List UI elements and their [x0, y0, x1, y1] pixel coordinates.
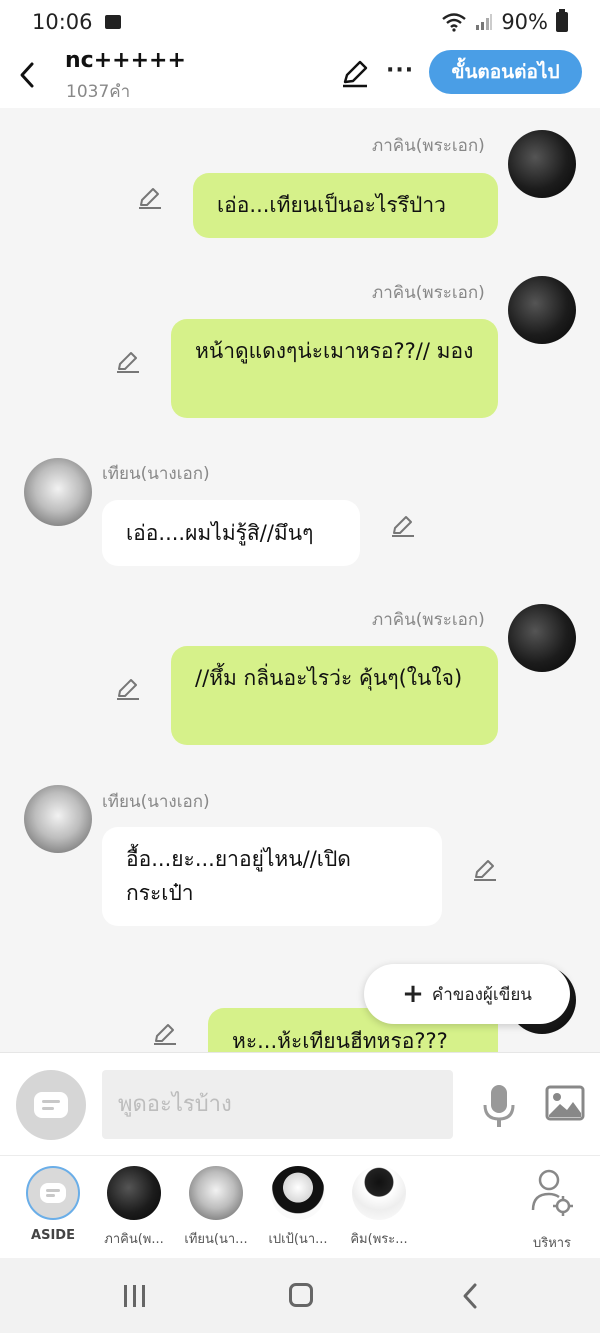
aside-toggle-button[interactable] — [16, 1070, 86, 1140]
microphone-icon[interactable] — [480, 1083, 518, 1129]
chat-area[interactable]: ภาคิน(พระเอก) เอ่อ...เทียนเป็นอะไรรึป่าว… — [0, 108, 600, 1052]
input-bar — [0, 1052, 600, 1155]
message-bubble[interactable]: //หึ้ม กลิ่นอะไรว่ะ คุ้นๆ(ในใจ) — [171, 646, 498, 745]
avatar — [271, 1166, 325, 1220]
avatar — [352, 1166, 406, 1220]
status-time: 10:06 — [32, 10, 93, 34]
character-item[interactable]: ภาคิน(พ... — [94, 1166, 174, 1249]
back-icon[interactable] — [460, 1282, 480, 1310]
system-nav-bar — [0, 1258, 600, 1333]
message-bubble[interactable]: หน้าดูแดงๆน่ะเมาหรอ??// มอง — [171, 319, 498, 418]
wifi-icon — [442, 13, 467, 32]
character-label: ภาคิน(พ... — [104, 1232, 164, 1247]
avatar — [24, 458, 92, 526]
avatar — [189, 1166, 243, 1220]
message-bubble[interactable]: เอ่อ....ผมไม่รู้สิ//มึนๆ — [102, 500, 360, 566]
character-label: ASIDE — [31, 1228, 75, 1243]
plus-icon: + — [402, 979, 424, 1009]
aside-avatar — [26, 1166, 80, 1220]
message-bubble[interactable]: เอ่อ...เทียนเป็นอะไรรึป่าว — [193, 173, 498, 238]
status-right: 90% — [441, 9, 568, 34]
pencil-icon[interactable] — [340, 58, 370, 88]
next-step-button[interactable]: ขั้นตอนต่อไป — [429, 50, 582, 94]
character-bar: ASIDE ภาคิน(พ... เทียน(นา... เปเป้(นา...… — [0, 1155, 600, 1258]
character-label: คิม(พระ... — [350, 1232, 408, 1247]
avatar — [508, 130, 576, 198]
more-dots-icon[interactable]: ··· — [386, 58, 413, 84]
pencil-icon[interactable] — [390, 512, 416, 538]
author-note-label: คำของผู้เขียน — [431, 984, 532, 1005]
character-aside[interactable]: ASIDE — [13, 1166, 93, 1243]
battery-icon — [556, 9, 568, 32]
character-label: เทียน(นา... — [184, 1232, 248, 1247]
page-title: nc+++++ — [65, 48, 186, 73]
avatar — [107, 1166, 161, 1220]
message-speaker: ภาคิน(พระเอก) — [372, 136, 485, 156]
chevron-left-icon[interactable] — [14, 58, 42, 92]
character-item[interactable]: เทียน(นา... — [176, 1166, 256, 1249]
image-icon[interactable] — [545, 1085, 585, 1121]
user-settings-icon — [531, 1169, 573, 1216]
status-bar: 10:06 90% — [0, 0, 600, 44]
manage-label: บริหาร — [532, 1236, 572, 1251]
author-note-button[interactable]: + คำของผู้เขียน — [364, 964, 570, 1024]
character-label: เปเป้(นา... — [268, 1232, 328, 1247]
signal-icon — [476, 14, 493, 30]
message-speaker: เทียน(นางเอก) — [102, 792, 210, 812]
avatar — [508, 604, 576, 672]
avatar — [24, 785, 92, 853]
avatar — [508, 276, 576, 344]
character-item[interactable]: คิม(พระ... — [339, 1166, 419, 1249]
word-count: 1037คำ — [66, 82, 131, 102]
message-bubble[interactable]: อื้อ...ยะ...ยาอยู่ไหน//เปิด กระเป๋า — [102, 827, 442, 926]
message-speaker: ภาคิน(พระเอก) — [372, 283, 485, 303]
manage-button[interactable]: บริหาร — [512, 1166, 592, 1253]
pencil-icon[interactable] — [137, 184, 163, 210]
message-speaker: เทียน(นางเอก) — [102, 464, 210, 484]
message-input[interactable] — [102, 1070, 453, 1139]
message-speaker: ภาคิน(พระเอก) — [372, 610, 485, 630]
pencil-icon[interactable] — [472, 856, 498, 882]
home-icon[interactable] — [289, 1283, 313, 1307]
recent-apps-icon[interactable] — [120, 1284, 150, 1308]
pencil-icon[interactable] — [115, 675, 141, 701]
character-item[interactable]: เปเป้(นา... — [258, 1166, 338, 1249]
chat-bubble-icon — [34, 1092, 68, 1118]
battery-percent: 90% — [501, 10, 548, 34]
status-left: 10:06 — [32, 10, 121, 34]
pencil-icon[interactable] — [115, 348, 141, 374]
gallery-notification-icon — [104, 15, 121, 29]
pencil-icon[interactable] — [152, 1020, 178, 1046]
header: nc+++++ 1037คำ ··· ขั้นตอนต่อไป — [0, 44, 600, 108]
chat-bubble-icon — [40, 1183, 66, 1203]
